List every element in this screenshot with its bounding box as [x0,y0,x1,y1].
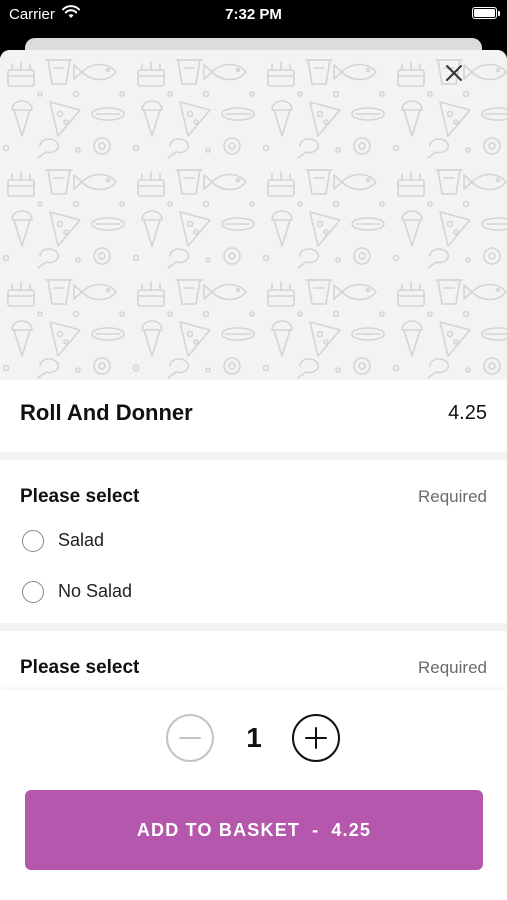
option-group: Please select Required Salad No Salad [0,460,507,623]
option-no-salad[interactable]: No Salad [20,575,487,623]
radio-button[interactable] [22,530,44,552]
decrease-quantity-button[interactable] [166,714,214,762]
required-label: Required [418,487,487,506]
close-button[interactable] [445,64,477,96]
quantity-value: 1 [246,722,262,753]
quantity-stepper: 1 [0,714,507,762]
add-to-basket-button[interactable]: ADD TO BASKET - 4.25 [25,790,483,870]
option-group-header: Please select Required [20,631,487,685]
option-group-title: Please select [20,486,140,507]
option-salad[interactable]: Salad [20,524,487,575]
basket-footer: 1 ADD TO BASKET - 4.25 [0,690,507,900]
option-label: Salad [58,530,105,550]
divider [0,623,507,631]
item-image [0,50,507,380]
battery-icon [472,7,500,19]
item-price: 4.25 [448,402,487,424]
status-bar: Carrier 7:32 PM [0,0,507,30]
plus-icon [305,727,327,749]
divider [0,452,507,460]
screen: Carrier 7:32 PM Roll And Donner 4.25 Ple… [0,0,507,900]
add-to-basket-label: ADD TO BASKET [136,819,301,840]
item-header: Roll And Donner 4.25 [0,380,507,452]
option-label: No Salad [58,581,133,601]
required-label: Required [418,658,487,677]
increase-quantity-button[interactable] [292,714,340,762]
item-name: Roll And Donner [20,400,193,425]
clock: 7:32 PM [225,6,282,23]
option-group-title: Please select [20,657,140,678]
close-icon [446,65,462,81]
add-to-basket-price: 4.25 [331,819,372,840]
separator: - [312,819,320,840]
minus-icon [179,737,201,739]
food-pattern-illustration [0,50,507,380]
option-group-header: Please select Required [20,460,487,514]
radio-button[interactable] [22,581,44,603]
